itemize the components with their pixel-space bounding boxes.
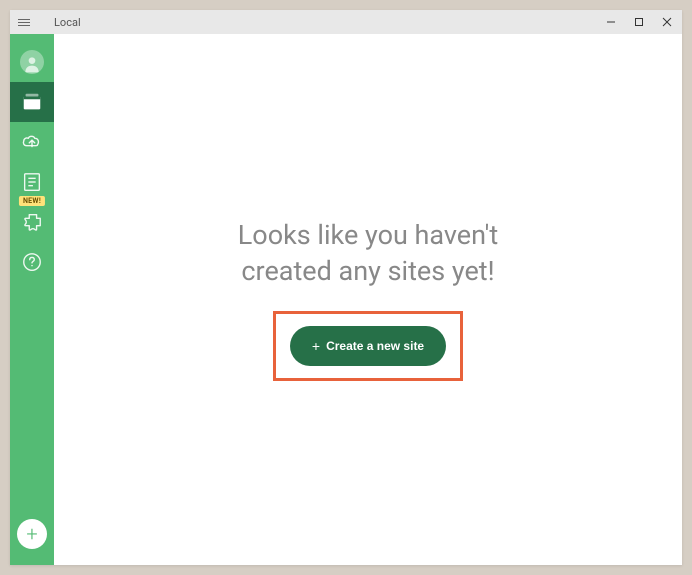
sites-icon: [21, 91, 43, 113]
create-site-label: Create a new site: [326, 339, 424, 353]
sidebar: NEW! +: [10, 34, 54, 565]
sidebar-bottom: +: [17, 519, 47, 557]
maximize-button[interactable]: [632, 15, 646, 29]
hamburger-menu-icon[interactable]: [18, 14, 34, 30]
app-window: Local: [10, 10, 682, 565]
minimize-button[interactable]: [604, 15, 618, 29]
cta-highlight-box: + Create a new site: [273, 311, 463, 381]
sidebar-help[interactable]: [10, 242, 54, 282]
addons-icon: [21, 211, 43, 233]
sidebar-addons[interactable]: [10, 202, 54, 242]
plus-icon: +: [26, 522, 37, 546]
sidebar-blueprints[interactable]: NEW!: [10, 162, 54, 202]
cloud-icon: [21, 131, 43, 153]
app-body: NEW! + Looks like you haven't: [10, 34, 682, 565]
help-icon: [21, 251, 43, 273]
add-site-button[interactable]: +: [17, 519, 47, 549]
window-controls: [604, 15, 674, 29]
blueprint-icon: [21, 171, 43, 193]
heading-line-1: Looks like you haven't: [238, 219, 498, 251]
sidebar-connect[interactable]: [10, 122, 54, 162]
plus-icon: +: [312, 338, 320, 354]
avatar-icon: [20, 50, 44, 74]
create-site-button[interactable]: + Create a new site: [290, 326, 446, 366]
titlebar: Local: [10, 10, 682, 34]
sidebar-sites[interactable]: [10, 82, 54, 122]
close-button[interactable]: [660, 15, 674, 29]
heading-line-2: created any sites yet!: [241, 255, 494, 287]
sidebar-account[interactable]: [10, 42, 54, 82]
window-title: Local: [54, 16, 81, 29]
empty-state-heading: Looks like you haven't created any sites…: [238, 218, 498, 288]
main-content: Looks like you haven't created any sites…: [54, 34, 682, 565]
